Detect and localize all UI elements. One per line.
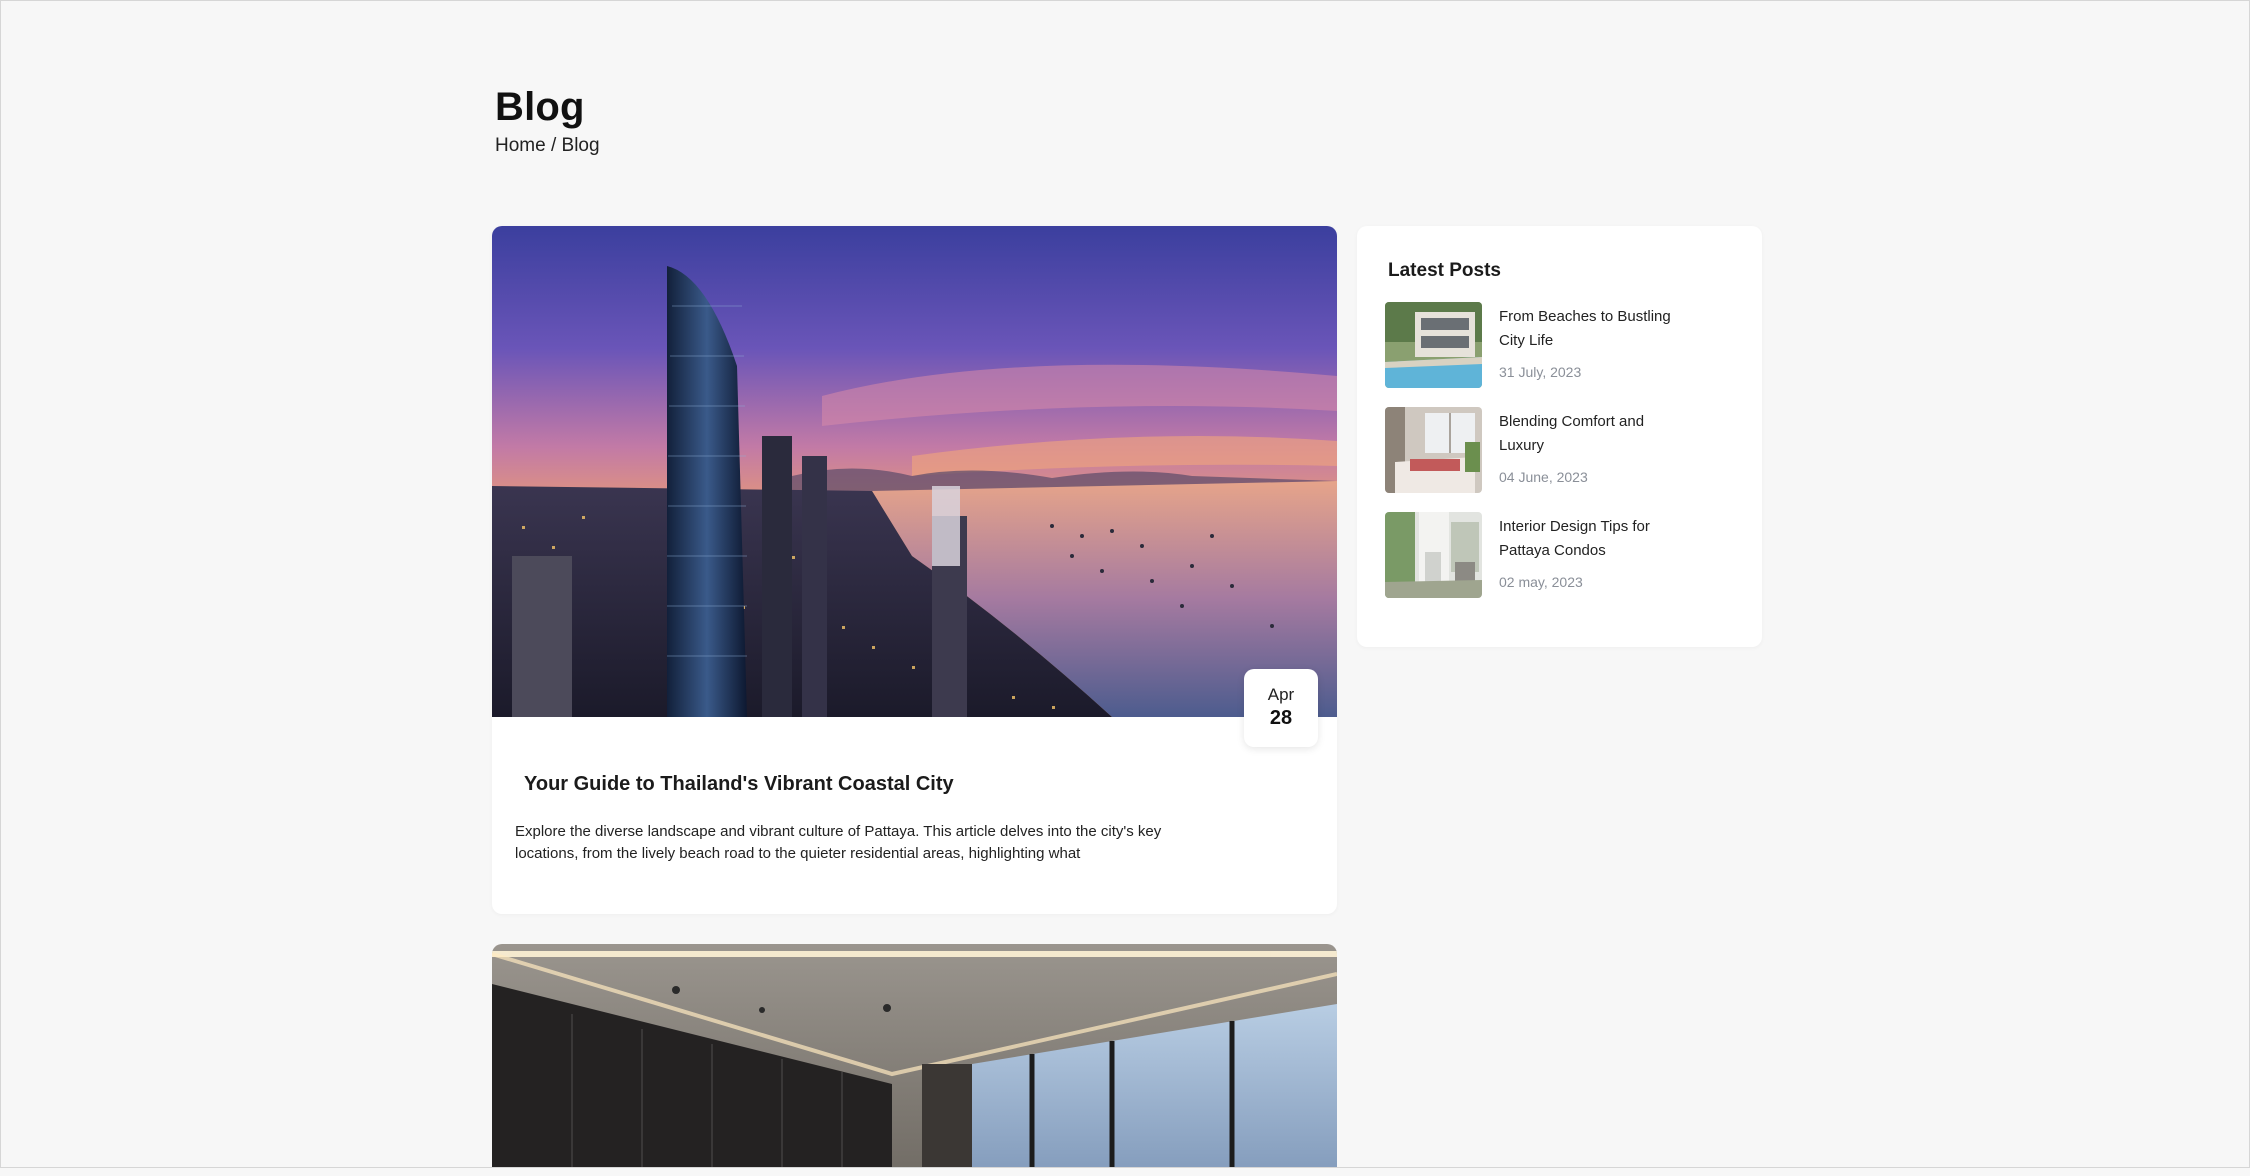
post-date-day: 28	[1269, 707, 1293, 729]
post-date-badge: Apr 28	[1244, 669, 1318, 747]
post-excerpt: Explore the diverse landscape and vibran…	[515, 823, 1162, 862]
second-post-image[interactable]	[492, 944, 1337, 1168]
breadcrumb: Home / Blog	[495, 135, 600, 157]
breadcrumb-separator: /	[545, 135, 562, 156]
latest-post-date: 04 June, 2023	[1499, 469, 1588, 485]
page-title: Blog	[495, 85, 585, 129]
second-post-card[interactable]	[492, 944, 1337, 1168]
latest-post-title[interactable]: From Beaches to Bustling City Life	[1499, 305, 1679, 353]
breadcrumb-current: Blog	[561, 135, 600, 156]
featured-post-image[interactable]	[492, 226, 1337, 717]
post-title[interactable]: Your Guide to Thailand's Vibrant Coastal…	[524, 773, 954, 796]
featured-post-card[interactable]: Apr 28 Your Guide to Thailand's Vibrant …	[492, 226, 1337, 914]
latest-post-date: 02 may, 2023	[1499, 574, 1583, 590]
breadcrumb-home-link[interactable]: Home	[495, 135, 546, 156]
latest-post-thumbnail[interactable]	[1385, 512, 1482, 598]
latest-post-thumbnail[interactable]	[1385, 407, 1482, 493]
latest-post-title[interactable]: Blending Comfort and Luxury	[1499, 410, 1679, 458]
latest-posts-sidebar: Latest Posts From Beaches to Bustling Ci…	[1357, 226, 1762, 647]
latest-post-date: 31 July, 2023	[1499, 364, 1582, 380]
latest-post-thumbnail[interactable]	[1385, 302, 1482, 388]
page-frame: Blog Home / Blog Apr 28 Your Guide to Th…	[0, 0, 2250, 1168]
post-date-month: Apr	[1267, 685, 1295, 704]
latest-post-title[interactable]: Interior Design Tips for Pattaya Condos	[1499, 515, 1679, 563]
sidebar-title: Latest Posts	[1388, 260, 1501, 281]
latest-post-item[interactable]: Interior Design Tips for Pattaya Condos …	[1385, 512, 1735, 598]
latest-post-item[interactable]: From Beaches to Bustling City Life 31 Ju…	[1385, 302, 1735, 388]
latest-post-item[interactable]: Blending Comfort and Luxury 04 June, 202…	[1385, 407, 1735, 493]
